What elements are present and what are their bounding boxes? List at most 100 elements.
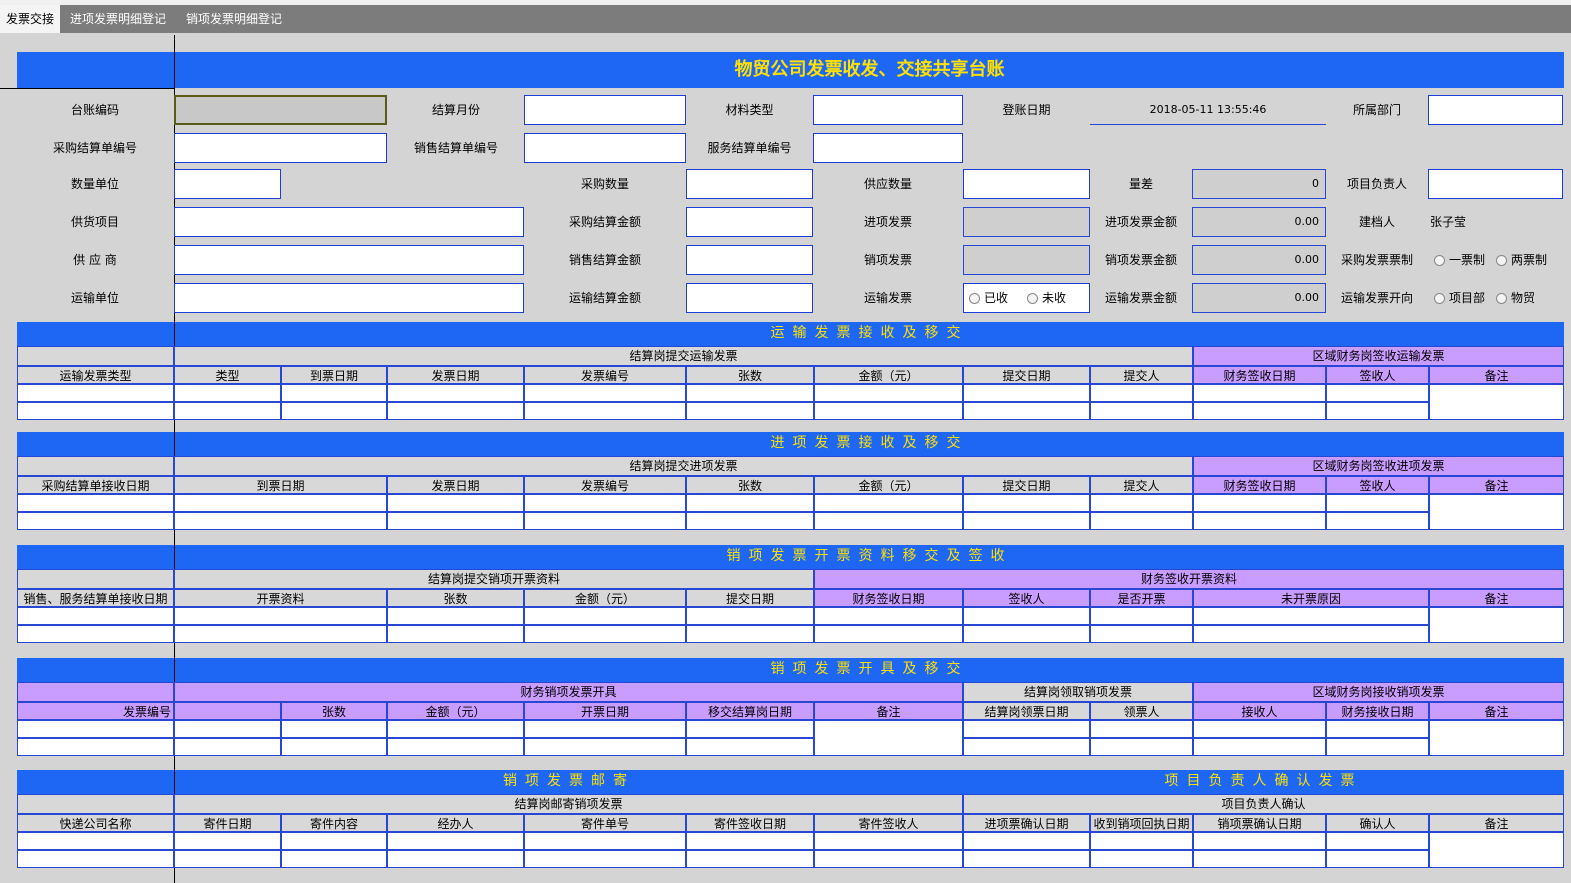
supplier-input[interactable] <box>174 245 524 275</box>
radio-two-ticket[interactable]: 两票制 <box>1496 245 1547 275</box>
table-cell[interactable] <box>814 384 963 402</box>
table-cell[interactable] <box>17 850 174 868</box>
table-cell[interactable] <box>963 850 1090 868</box>
table-cell[interactable] <box>814 402 963 420</box>
table-cell[interactable] <box>1090 720 1193 738</box>
qty-unit-input[interactable] <box>174 169 281 199</box>
material-type-input[interactable] <box>813 95 963 125</box>
table-cell[interactable] <box>1429 607 1564 643</box>
table-cell[interactable] <box>686 494 814 512</box>
radio-wumao[interactable]: 物贸 <box>1496 283 1535 313</box>
tab-input-invoice-detail[interactable]: 进项发票明细登记 <box>64 5 172 33</box>
table-cell[interactable] <box>387 402 524 420</box>
table-cell[interactable] <box>1429 720 1564 756</box>
table-cell[interactable] <box>174 625 387 643</box>
table-cell[interactable] <box>17 607 174 625</box>
table-cell[interactable] <box>281 384 387 402</box>
table-cell[interactable] <box>524 832 686 850</box>
table-cell[interactable] <box>1090 607 1193 625</box>
radio-circle-icon[interactable] <box>1027 293 1038 304</box>
department-input[interactable] <box>1428 95 1563 125</box>
table-cell[interactable] <box>686 738 814 756</box>
table-cell[interactable] <box>281 738 387 756</box>
table-cell[interactable] <box>524 494 686 512</box>
radio-circle-icon[interactable] <box>1496 293 1507 304</box>
supply-qty-input[interactable] <box>963 169 1090 199</box>
table-cell[interactable] <box>387 607 524 625</box>
table-cell[interactable] <box>963 384 1090 402</box>
transport-amount-input[interactable] <box>686 283 813 313</box>
table-cell[interactable] <box>387 384 524 402</box>
table-cell[interactable] <box>1193 832 1326 850</box>
table-cell[interactable] <box>1193 494 1326 512</box>
table-cell[interactable] <box>1326 402 1429 420</box>
table-cell[interactable] <box>17 625 174 643</box>
table-cell[interactable] <box>524 384 686 402</box>
table-cell[interactable] <box>524 402 686 420</box>
table-cell[interactable] <box>387 512 524 530</box>
purchase-settle-no-input[interactable] <box>174 133 387 163</box>
transport-unit-input[interactable] <box>174 283 524 313</box>
supply-project-input[interactable] <box>174 207 524 237</box>
table-cell[interactable] <box>814 607 963 625</box>
table-cell[interactable] <box>686 832 814 850</box>
table-cell[interactable] <box>281 720 387 738</box>
table-cell[interactable] <box>1193 607 1429 625</box>
table-cell[interactable] <box>1429 832 1564 868</box>
table-cell[interactable] <box>281 832 387 850</box>
table-cell[interactable] <box>174 720 281 738</box>
purchase-amount-input[interactable] <box>686 207 813 237</box>
table-cell[interactable] <box>387 738 524 756</box>
table-cell[interactable] <box>1090 402 1193 420</box>
radio-not-received[interactable]: 未收 <box>1027 283 1066 313</box>
table-cell[interactable] <box>1090 832 1193 850</box>
sales-settle-no-input[interactable] <box>524 133 686 163</box>
radio-circle-icon[interactable] <box>1434 293 1445 304</box>
table-cell[interactable] <box>524 512 686 530</box>
radio-received[interactable]: 已收 <box>969 283 1008 313</box>
ledger-no-input[interactable] <box>174 95 387 125</box>
table-cell[interactable] <box>1090 494 1193 512</box>
tab-output-invoice-detail[interactable]: 销项发票明细登记 <box>180 5 288 33</box>
table-cell[interactable] <box>814 494 963 512</box>
table-cell[interactable] <box>814 850 963 868</box>
table-cell[interactable] <box>524 850 686 868</box>
table-cell[interactable] <box>1193 738 1326 756</box>
table-cell[interactable] <box>686 512 814 530</box>
table-cell[interactable] <box>387 850 524 868</box>
table-cell[interactable] <box>686 720 814 738</box>
table-cell[interactable] <box>174 384 281 402</box>
table-cell[interactable] <box>17 512 174 530</box>
table-cell[interactable] <box>174 402 281 420</box>
settle-month-input[interactable] <box>524 95 686 125</box>
table-cell[interactable] <box>281 402 387 420</box>
table-cell[interactable] <box>1326 738 1429 756</box>
table-cell[interactable] <box>814 720 963 756</box>
table-cell[interactable] <box>814 832 963 850</box>
table-cell[interactable] <box>963 607 1090 625</box>
service-settle-no-input[interactable] <box>813 133 963 163</box>
table-cell[interactable] <box>17 720 174 738</box>
table-cell[interactable] <box>1193 402 1326 420</box>
table-cell[interactable] <box>524 607 686 625</box>
table-cell[interactable] <box>963 832 1090 850</box>
table-cell[interactable] <box>963 494 1090 512</box>
table-cell[interactable] <box>1326 494 1429 512</box>
table-cell[interactable] <box>387 832 524 850</box>
table-cell[interactable] <box>17 402 174 420</box>
table-cell[interactable] <box>686 402 814 420</box>
table-cell[interactable] <box>1193 384 1326 402</box>
table-cell[interactable] <box>174 512 387 530</box>
purchase-qty-input[interactable] <box>686 169 813 199</box>
table-cell[interactable] <box>387 720 524 738</box>
table-cell[interactable] <box>963 625 1090 643</box>
table-cell[interactable] <box>174 850 281 868</box>
radio-circle-icon[interactable] <box>1434 255 1445 266</box>
table-cell[interactable] <box>963 720 1090 738</box>
radio-circle-icon[interactable] <box>1496 255 1507 266</box>
table-cell[interactable] <box>1429 384 1564 420</box>
table-cell[interactable] <box>1193 512 1326 530</box>
table-cell[interactable] <box>1090 625 1193 643</box>
table-cell[interactable] <box>814 625 963 643</box>
table-cell[interactable] <box>1326 512 1429 530</box>
